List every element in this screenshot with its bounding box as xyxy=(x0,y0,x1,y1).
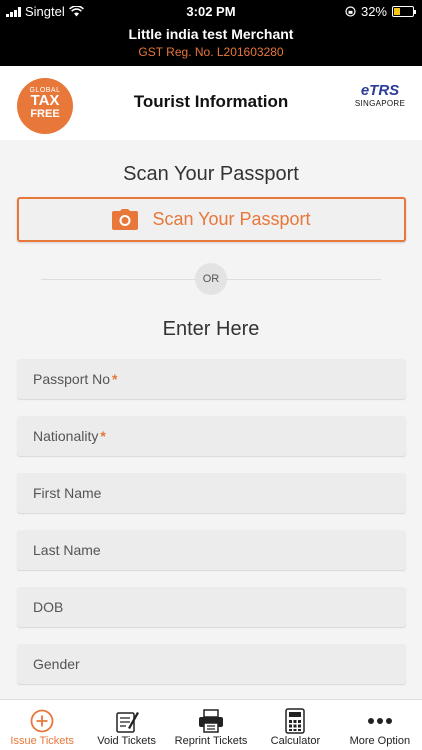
scan-heading: Scan Your Passport xyxy=(123,163,299,185)
camera-icon xyxy=(112,209,139,230)
field-label: Gender xyxy=(33,656,80,672)
tab-reprint-tickets[interactable]: Reprint Tickets xyxy=(169,700,253,750)
tab-bar: Issue Tickets Void Tickets Reprint Ticke… xyxy=(0,699,422,750)
dob-field[interactable]: DOB xyxy=(17,587,406,627)
gender-field[interactable]: Gender xyxy=(17,644,406,684)
field-label: Nationality xyxy=(33,428,99,444)
or-separator: OR xyxy=(195,263,227,295)
field-label: Last Name xyxy=(33,542,101,558)
last-name-field[interactable]: Last Name xyxy=(17,530,406,570)
etrs-country: SINGAPORE xyxy=(354,99,406,108)
merchant-name: Little india test Merchant xyxy=(128,26,294,42)
battery-icon xyxy=(392,6,416,17)
top-bar: Singtel 3:02 PM 32% Little india test Me… xyxy=(0,0,422,66)
required-marker: * xyxy=(100,428,106,444)
plus-circle-icon xyxy=(30,709,54,733)
tab-void-tickets[interactable]: Void Tickets xyxy=(84,700,168,750)
tab-label: Issue Tickets xyxy=(10,735,74,747)
enter-heading: Enter Here xyxy=(162,318,260,340)
etrs-wordmark: eTRS xyxy=(360,82,400,99)
tab-label: More Option xyxy=(349,735,411,747)
battery-fill xyxy=(394,8,400,15)
field-label: DOB xyxy=(33,599,64,615)
calculator-icon xyxy=(285,708,306,734)
field-label: First Name xyxy=(33,485,102,501)
rotation-lock-icon xyxy=(345,6,356,17)
ticket-icon xyxy=(115,712,139,733)
required-marker: * xyxy=(112,371,118,387)
battery-percent: 32% xyxy=(360,4,387,19)
first-name-field[interactable]: First Name xyxy=(17,473,406,513)
field-label: Passport No xyxy=(33,371,111,387)
more-dots-icon xyxy=(367,718,392,724)
tab-label: Reprint Tickets xyxy=(174,735,248,747)
tab-calculator[interactable]: Calculator xyxy=(253,700,337,750)
printer-icon xyxy=(199,709,224,733)
scan-button-label: Scan Your Passport xyxy=(152,209,311,229)
gst-number: GST Reg. No. L201603280 xyxy=(138,45,284,59)
tab-label: Calculator xyxy=(270,735,321,747)
nationality-field[interactable]: Nationality * xyxy=(17,416,406,456)
app-header: GLOBAL TAX FREE Tourist Information eTRS… xyxy=(0,66,422,140)
status-bar: Singtel 3:02 PM 32% xyxy=(0,0,422,22)
scan-passport-button[interactable]: Scan Your Passport xyxy=(17,197,406,242)
passport-no-field[interactable]: Passport No * xyxy=(17,359,406,399)
tab-more-option[interactable]: More Option xyxy=(338,700,422,750)
etrs-logo: eTRS SINGAPORE xyxy=(354,82,406,108)
tab-issue-tickets[interactable]: Issue Tickets xyxy=(0,700,84,750)
tab-label: Void Tickets xyxy=(97,735,156,747)
